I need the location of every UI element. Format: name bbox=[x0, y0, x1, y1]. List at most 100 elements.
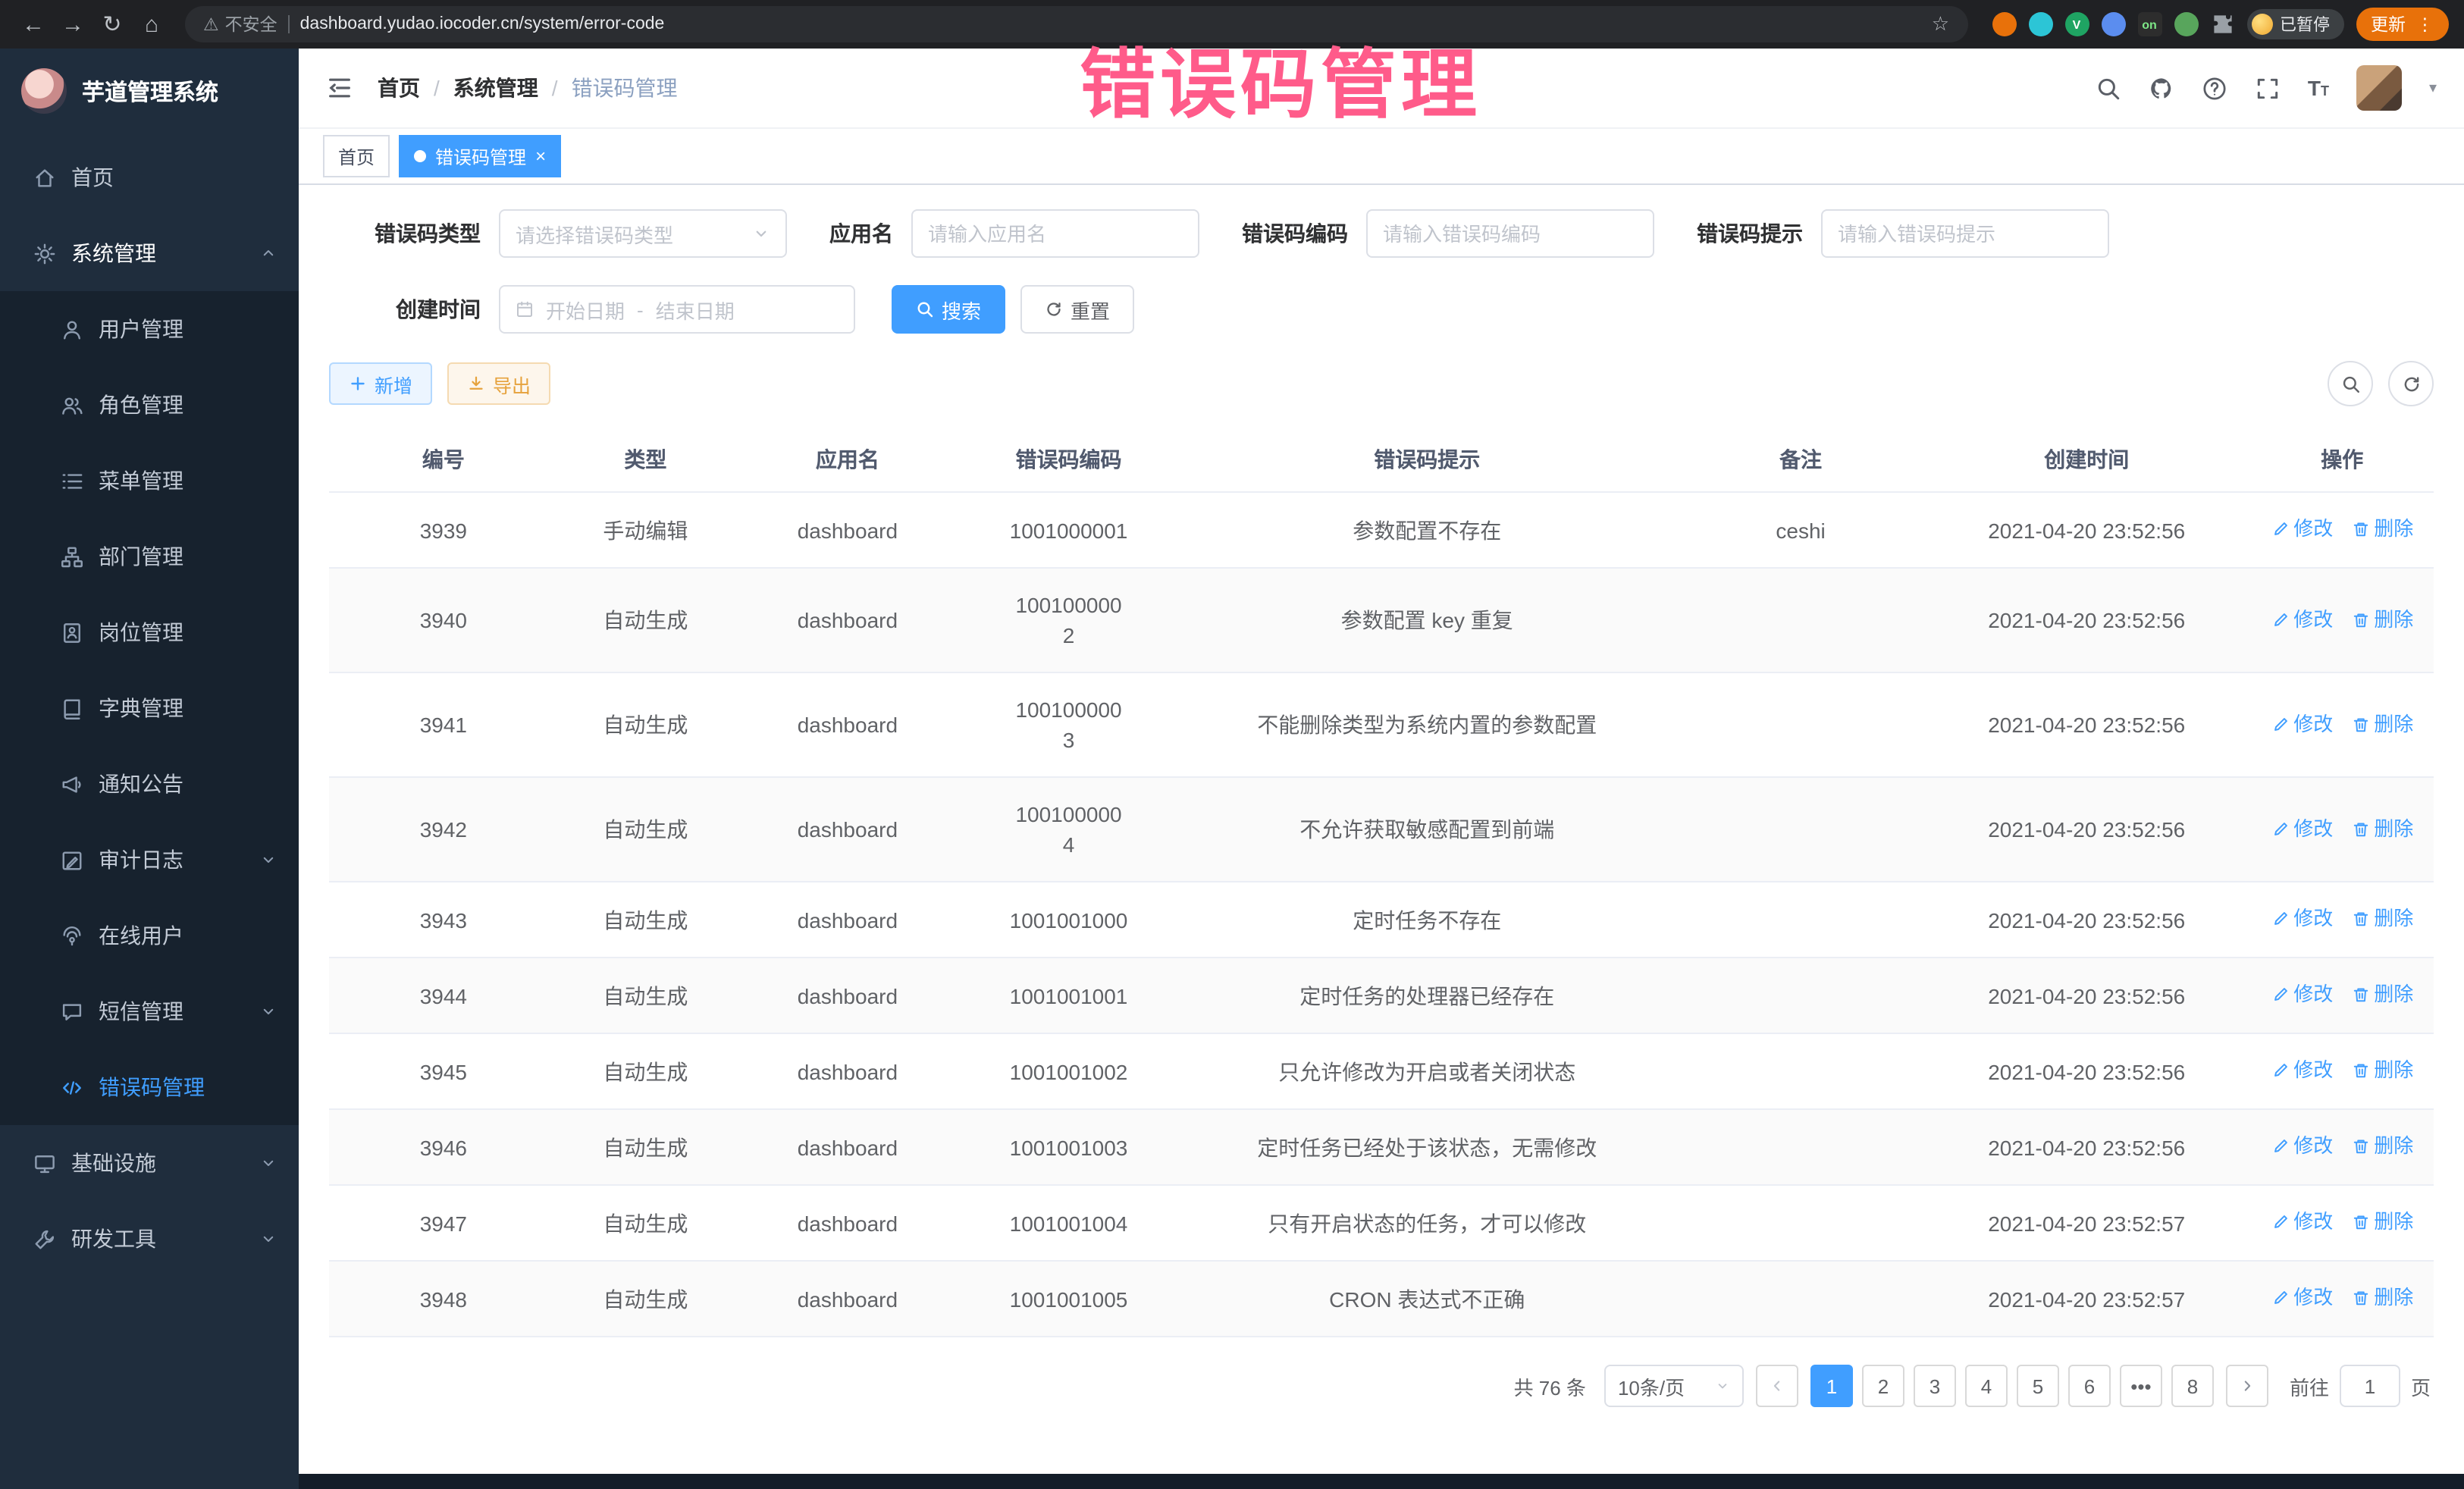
edit-link[interactable]: 修改 bbox=[2271, 980, 2333, 1010]
delete-link[interactable]: 删除 bbox=[2351, 980, 2413, 1010]
green-extension-icon[interactable] bbox=[2174, 12, 2198, 36]
sidebar-item-user[interactable]: 用户管理 bbox=[0, 291, 299, 367]
cell-type: 自动生成 bbox=[558, 882, 733, 958]
tampermonkey-on-icon[interactable]: on bbox=[2137, 12, 2161, 36]
edit-link[interactable]: 修改 bbox=[2271, 604, 2333, 635]
table-search-button[interactable] bbox=[2328, 361, 2373, 406]
extensions-puzzle-icon[interactable] bbox=[2210, 12, 2234, 36]
table-refresh-button[interactable] bbox=[2388, 361, 2434, 406]
sidebar-item-menu-list[interactable]: 菜单管理 bbox=[0, 443, 299, 519]
edit-link[interactable]: 修改 bbox=[2271, 1131, 2333, 1161]
sidebar-item-gear[interactable]: 系统管理 bbox=[0, 215, 299, 291]
browser-back-icon[interactable]: ← bbox=[15, 6, 52, 42]
edit-link[interactable]: 修改 bbox=[2271, 1055, 2333, 1086]
sidebar-item-users[interactable]: 角色管理 bbox=[0, 367, 299, 443]
browser-forward-icon[interactable]: → bbox=[55, 6, 91, 42]
sidebar-item-book[interactable]: 字典管理 bbox=[0, 670, 299, 746]
user-avatar[interactable] bbox=[2356, 65, 2402, 111]
sidebar-collapse-icon[interactable] bbox=[326, 74, 353, 102]
edit-link[interactable]: 修改 bbox=[2271, 1283, 2333, 1313]
teal-extension-icon[interactable] bbox=[2028, 12, 2052, 36]
pagination-page-2[interactable]: 2 bbox=[1862, 1365, 1904, 1407]
sidebar-item-id-badge[interactable]: 岗位管理 bbox=[0, 594, 299, 670]
delete-link[interactable]: 删除 bbox=[2351, 1207, 2413, 1237]
chrome-update-button[interactable]: 更新 ⋮ bbox=[2356, 8, 2449, 41]
delete-link[interactable]: 删除 bbox=[2351, 709, 2413, 739]
orange-extension-icon[interactable] bbox=[1992, 12, 2016, 36]
create-time-range-picker[interactable]: 开始日期 - 结束日期 bbox=[499, 285, 855, 334]
error-type-select[interactable]: 请选择错误码类型 bbox=[499, 209, 787, 258]
sidebar-item-online-users[interactable]: 在线用户 bbox=[0, 898, 299, 973]
error-msg-input[interactable] bbox=[1821, 209, 2109, 258]
sidebar-item-label: 字典管理 bbox=[99, 693, 183, 723]
bookmark-star-icon[interactable]: ☆ bbox=[1932, 12, 1949, 36]
goto-page-input[interactable] bbox=[2340, 1365, 2400, 1407]
edit-link[interactable]: 修改 bbox=[2271, 813, 2333, 844]
browser-reload-icon[interactable]: ↻ bbox=[94, 6, 130, 42]
tab-close-icon[interactable]: × bbox=[535, 147, 546, 165]
error-msg-label: 错误码提示 bbox=[1697, 218, 1803, 249]
sidebar-item-label: 部门管理 bbox=[99, 541, 183, 572]
font-size-icon[interactable]: TT bbox=[2308, 77, 2329, 99]
address-bar[interactable]: ⚠ 不安全 dashboard.yudao.iocoder.cn/system/… bbox=[185, 6, 1967, 42]
paused-badge[interactable]: 已暂停 bbox=[2246, 9, 2343, 39]
sidebar-item-infra[interactable]: 基础设施 bbox=[0, 1125, 299, 1201]
edit-link[interactable]: 修改 bbox=[2271, 1207, 2333, 1237]
pagination-page-8[interactable]: 8 bbox=[2171, 1365, 2214, 1407]
sidebar-item-message[interactable]: 短信管理 bbox=[0, 973, 299, 1049]
github-icon[interactable] bbox=[2149, 75, 2174, 101]
delete-link[interactable]: 删除 bbox=[2351, 1283, 2413, 1313]
app-name-input[interactable] bbox=[911, 209, 1199, 258]
help-icon[interactable] bbox=[2202, 75, 2227, 101]
search-button[interactable]: 搜索 bbox=[892, 285, 1005, 334]
next-page-button[interactable] bbox=[2226, 1365, 2268, 1407]
cell-code: 1001000001 bbox=[962, 492, 1176, 568]
edit-link[interactable]: 修改 bbox=[2271, 514, 2333, 544]
caret-down-icon[interactable]: ▾ bbox=[2429, 80, 2437, 96]
sidebar-item-label: 基础设施 bbox=[71, 1148, 156, 1178]
breadcrumb-item[interactable]: 首页 bbox=[378, 73, 420, 103]
app-logo[interactable]: 芋道管理系统 bbox=[0, 49, 299, 133]
delete-link[interactable]: 删除 bbox=[2351, 1131, 2413, 1161]
infra-icon bbox=[33, 1152, 56, 1174]
security-warning[interactable]: ⚠ 不安全 bbox=[203, 12, 277, 36]
pagination-more-button[interactable]: ••• bbox=[2120, 1365, 2162, 1407]
pagination-page-1[interactable]: 1 bbox=[1810, 1365, 1853, 1407]
tab-error-code[interactable]: 错误码管理 × bbox=[399, 135, 561, 177]
pagination-page-5[interactable]: 5 bbox=[2017, 1365, 2059, 1407]
edit-link[interactable]: 修改 bbox=[2271, 904, 2333, 934]
error-code-input[interactable] bbox=[1366, 209, 1654, 258]
export-button[interactable]: 导出 bbox=[447, 362, 550, 405]
kebab-menu-icon[interactable]: ⋮ bbox=[2416, 14, 2434, 35]
chevron-down-icon bbox=[259, 851, 277, 869]
page-size-select[interactable]: 10条/页 bbox=[1604, 1365, 1744, 1407]
search-icon[interactable] bbox=[2096, 75, 2121, 101]
fullscreen-icon[interactable] bbox=[2255, 75, 2281, 101]
pagination-page-3[interactable]: 3 bbox=[1914, 1365, 1956, 1407]
delete-link[interactable]: 删除 bbox=[2351, 514, 2413, 544]
sidebar-item-label: 系统管理 bbox=[71, 238, 156, 268]
sidebar-item-tool[interactable]: 研发工具 bbox=[0, 1201, 299, 1277]
breadcrumb-item[interactable]: 系统管理 bbox=[453, 73, 538, 103]
delete-link[interactable]: 删除 bbox=[2351, 904, 2413, 934]
add-button[interactable]: 新增 bbox=[329, 362, 432, 405]
delete-link[interactable]: 删除 bbox=[2351, 813, 2413, 844]
sidebar-item-code[interactable]: 错误码管理 bbox=[0, 1049, 299, 1125]
blue-extension-icon[interactable] bbox=[2101, 12, 2125, 36]
sidebar-item-edit-log[interactable]: 审计日志 bbox=[0, 822, 299, 898]
sidebar-item-megaphone[interactable]: 通知公告 bbox=[0, 746, 299, 822]
pagination-page-4[interactable]: 4 bbox=[1965, 1365, 2008, 1407]
tab-home[interactable]: 首页 bbox=[323, 135, 390, 177]
reset-button[interactable]: 重置 bbox=[1020, 285, 1134, 334]
sidebar-item-org-tree[interactable]: 部门管理 bbox=[0, 519, 299, 594]
edit-icon bbox=[2271, 520, 2289, 538]
green-v-extension-icon[interactable]: V bbox=[2064, 12, 2089, 36]
browser-home-icon[interactable]: ⌂ bbox=[133, 6, 170, 42]
edit-link[interactable]: 修改 bbox=[2271, 709, 2333, 739]
pagination-page-6[interactable]: 6 bbox=[2068, 1365, 2111, 1407]
delete-link[interactable]: 删除 bbox=[2351, 1055, 2413, 1086]
cell-time: 2021-04-20 23:52:56 bbox=[1923, 1109, 2250, 1185]
prev-page-button[interactable] bbox=[1756, 1365, 1798, 1407]
sidebar-item-home[interactable]: 首页 bbox=[0, 139, 299, 215]
delete-link[interactable]: 删除 bbox=[2351, 604, 2413, 635]
